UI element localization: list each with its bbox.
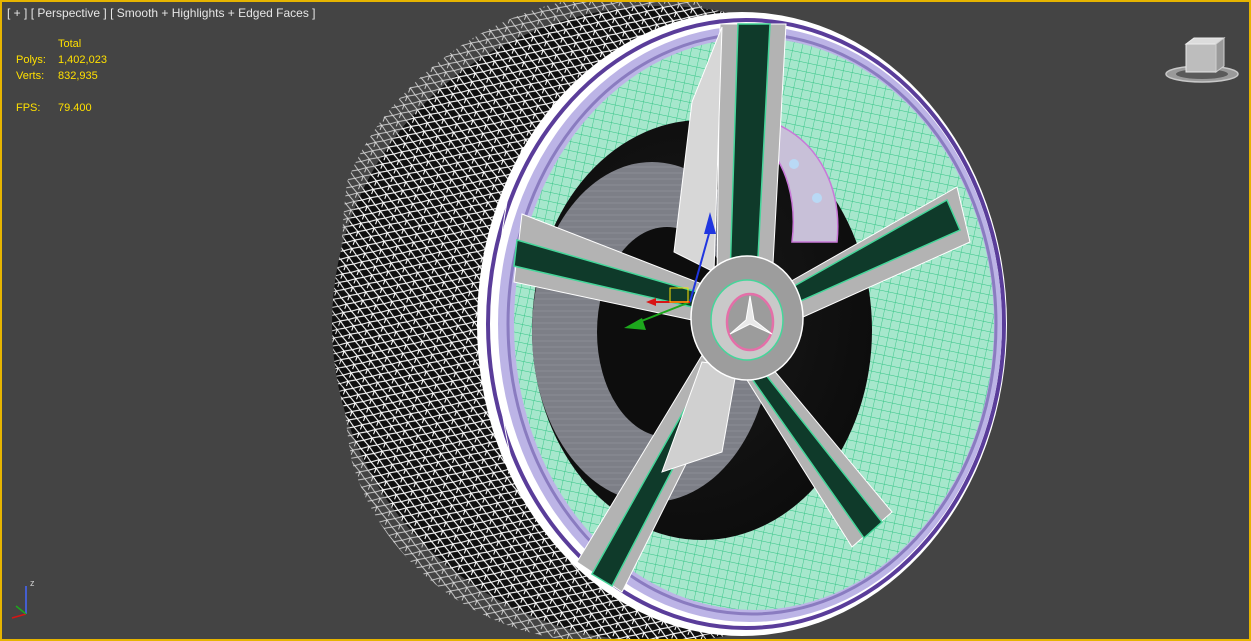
perspective-viewport[interactable]: [ + ] [ Perspective ] [ Smooth + Highlig…: [0, 0, 1251, 641]
viewcube-icon[interactable]: [1162, 36, 1242, 88]
wheel-scene[interactable]: [2, 2, 1249, 639]
world-axis-icon: z: [11, 578, 35, 619]
axis-z-label: z: [30, 578, 35, 588]
